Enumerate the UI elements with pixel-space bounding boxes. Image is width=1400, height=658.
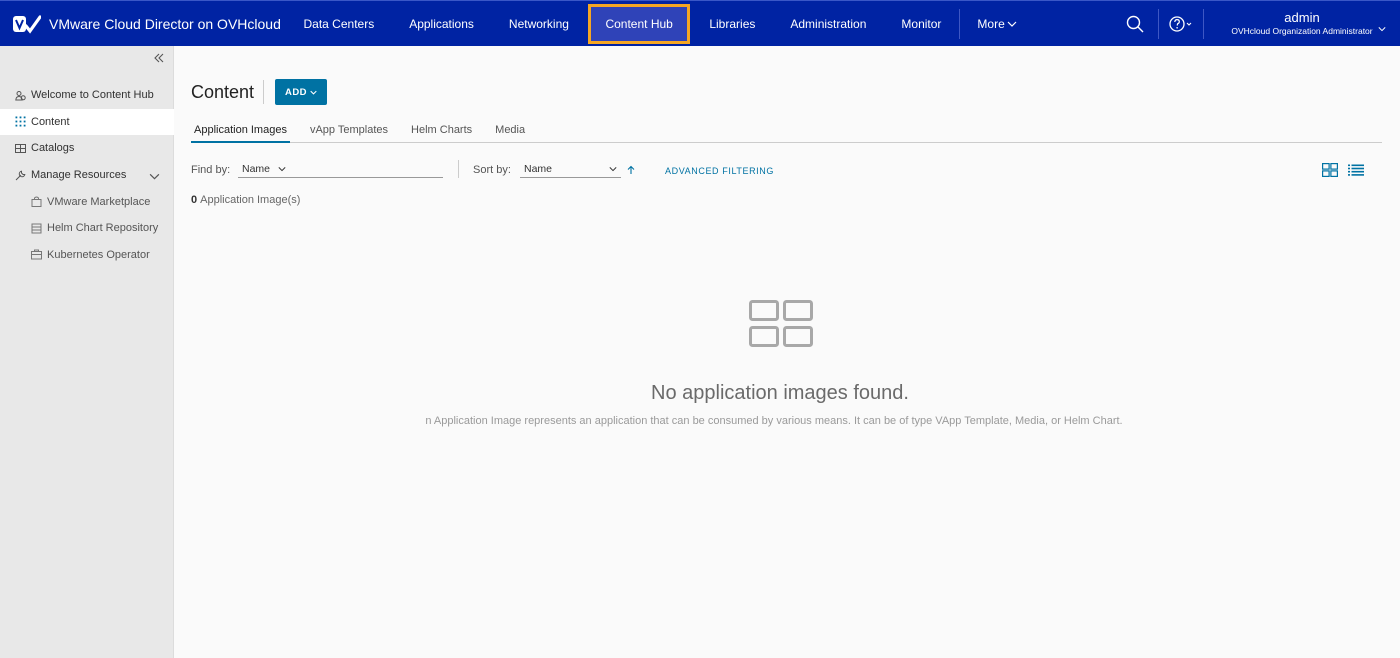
help-button[interactable]: [1159, 1, 1203, 47]
tab-media[interactable]: Media: [492, 122, 528, 143]
brand[interactable]: VMware Cloud Director on OVHcloud: [0, 1, 286, 46]
sort-ascending-icon[interactable]: [626, 165, 636, 175]
result-count: 0 Application Image(s): [191, 194, 300, 206]
nav-data-centers[interactable]: Data Centers: [286, 1, 392, 46]
result-count-label: Application Image(s): [200, 194, 301, 206]
sidebar-list: Welcome to Content Hub Content Catalogs …: [0, 82, 174, 268]
chevron-down-icon: [310, 90, 317, 95]
find-by-select[interactable]: Name: [238, 160, 443, 178]
nav-more[interactable]: More: [960, 1, 1034, 46]
wrench-icon: [15, 170, 26, 180]
sidebar: Welcome to Content Hub Content Catalogs …: [0, 46, 174, 658]
sidebar-item-label: VMware Marketplace: [47, 195, 151, 208]
sidebar-item-label: Catalogs: [31, 142, 75, 155]
header-actions: admin OVHcloud Organization Administrato…: [1112, 1, 1400, 47]
nav-content-hub[interactable]: Content Hub: [588, 3, 690, 44]
tab-application-images[interactable]: Application Images: [191, 122, 290, 143]
nav-libraries[interactable]: Libraries: [692, 1, 773, 46]
empty-state-description-text: An Application Image represents an appli…: [426, 415, 1123, 427]
sidebar-item-manage-resources[interactable]: Manage Resources: [0, 162, 174, 189]
empty-grid-icon: [749, 300, 813, 347]
grid-view-icon[interactable]: [1322, 163, 1338, 177]
tab-vapp-templates[interactable]: vApp Templates: [307, 122, 391, 143]
add-button-label: ADD: [284, 86, 308, 98]
top-nav-bar: VMware Cloud Director on OVHcloud Data C…: [0, 0, 1400, 46]
empty-state-description: An Application Image represents an appli…: [426, 415, 1138, 427]
add-button[interactable]: ADD: [275, 79, 327, 105]
page-title: Content: [191, 82, 255, 102]
sidebar-item-helm-chart-repository[interactable]: Helm Chart Repository: [0, 215, 174, 242]
sidebar-item-catalogs[interactable]: Catalogs: [0, 135, 174, 162]
brand-title: VMware Cloud Director on OVHcloud: [49, 15, 281, 32]
user-name: admin: [1284, 10, 1320, 25]
chevron-down-icon: [1378, 27, 1386, 32]
title-divider: [263, 80, 264, 104]
briefcase-icon: [31, 249, 42, 260]
sidebar-item-label: Helm Chart Repository: [47, 222, 159, 235]
chevron-down-icon: [1007, 21, 1017, 27]
nav-administration[interactable]: Administration: [773, 1, 884, 46]
user-role: OVHcloud Organization Administrator: [1231, 26, 1373, 36]
sidebar-item-label: Kubernetes Operator: [47, 248, 150, 261]
search-button[interactable]: [1112, 1, 1158, 47]
sidebar-item-content[interactable]: Content: [0, 108, 174, 136]
sidebar-item-kubernetes-operator[interactable]: Kubernetes Operator: [0, 242, 174, 269]
user-menu[interactable]: admin OVHcloud Organization Administrato…: [1204, 11, 1400, 37]
nav-applications[interactable]: Applications: [392, 1, 492, 46]
advanced-filtering-link[interactable]: ADVANCED FILTERING: [665, 166, 774, 176]
grid-dots-icon: [15, 116, 26, 127]
sidebar-item-label: Welcome to Content Hub: [31, 89, 154, 102]
vmware-logo-icon: [13, 14, 41, 34]
find-by-label: Find by:: [191, 164, 231, 176]
list-view-icon[interactable]: [1348, 164, 1364, 176]
search-icon: [1126, 15, 1144, 33]
chevron-down-icon: [278, 166, 286, 171]
sort-by-value: Name: [524, 162, 553, 175]
nav-networking[interactable]: Networking: [491, 1, 586, 46]
sidebar-item-label: Content: [31, 115, 70, 128]
main-content: Content ADD Application Images vApp Temp…: [174, 46, 1400, 658]
empty-state-title: No application images found.: [651, 382, 909, 404]
user-group-icon: [15, 90, 26, 101]
double-chevron-left-icon[interactable]: [153, 52, 165, 64]
sort-by-label: Sort by:: [473, 164, 511, 176]
sort-by-select[interactable]: Name: [520, 160, 621, 178]
filter-divider: [458, 160, 459, 178]
nav-more-label: More: [977, 16, 1005, 31]
help-icon: [1169, 16, 1192, 32]
result-count-number: 0: [191, 194, 198, 206]
find-by-value: Name: [242, 162, 271, 175]
catalog-icon: [15, 143, 26, 153]
sidebar-item-welcome[interactable]: Welcome to Content Hub: [0, 82, 174, 109]
chevron-down-icon: [609, 166, 617, 171]
repository-icon: [31, 223, 42, 234]
content-tabs: Application Images vApp Templates Helm C…: [191, 122, 1382, 143]
nav-monitor[interactable]: Monitor: [884, 1, 959, 46]
main-nav: Data Centers Applications Networking Con…: [286, 1, 1034, 46]
tab-helm-charts[interactable]: Helm Charts: [408, 122, 475, 143]
sidebar-item-label: Manage Resources: [31, 169, 127, 182]
sidebar-item-vmware-marketplace[interactable]: VMware Marketplace: [0, 188, 174, 215]
chevron-down-icon[interactable]: [149, 171, 160, 182]
shopping-bag-icon: [31, 196, 42, 208]
